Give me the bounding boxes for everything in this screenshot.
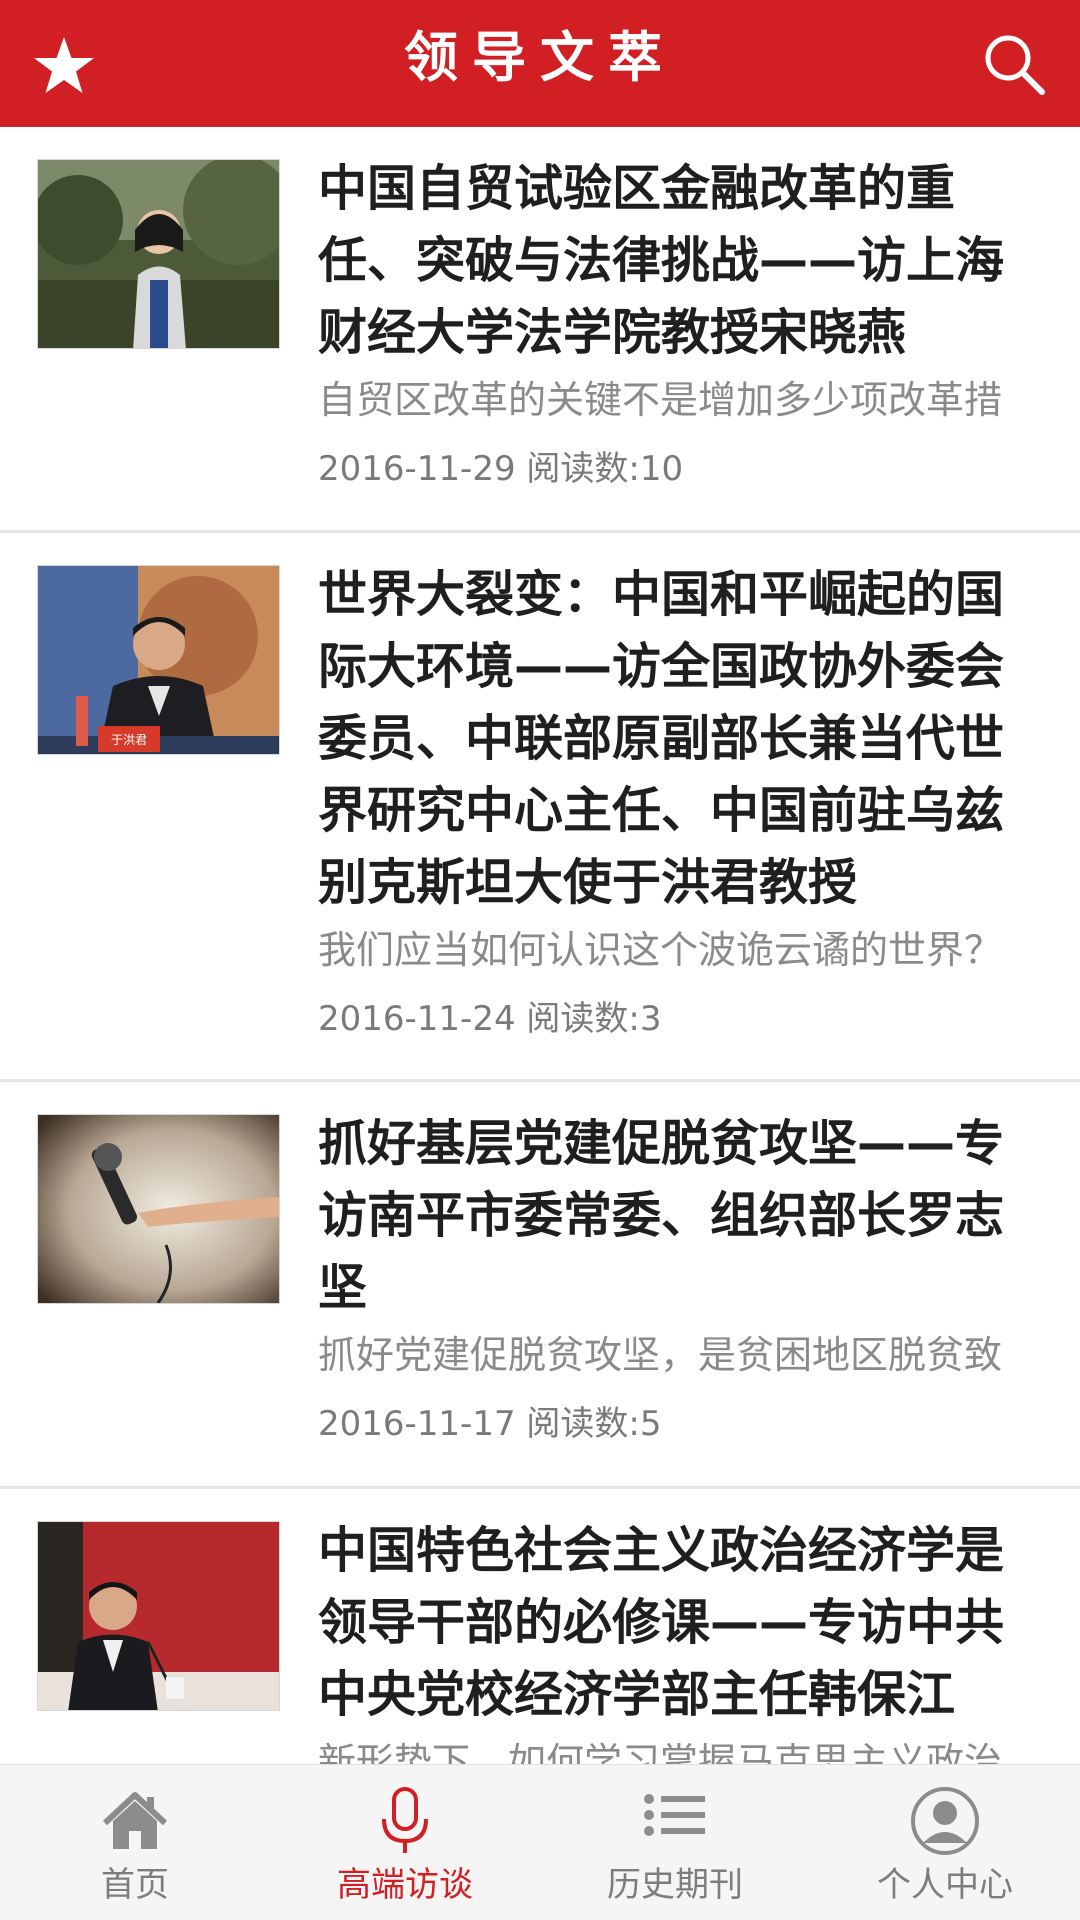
article-summary: 新形势下，如何学习掌握马克思主义政治	[318, 1740, 1003, 1764]
article-item[interactable]: 中国特色社会主义政治经济学是领导干部的必修课——专访中共中央党校经济学部主任韩保…	[0, 1489, 1080, 1764]
app-header: 领导文萃	[0, 0, 1080, 127]
home-icon	[99, 1785, 171, 1857]
article-summary: 自贸区改革的关键不是增加多少项改革措	[318, 378, 1003, 422]
article-title[interactable]: 中国自贸试验区金融改革的重任、突破与法律挑战——访上海财经大学法学院教授宋晓燕	[318, 153, 1040, 369]
tab-archive-label: 历史期刊	[607, 1865, 743, 1905]
article-thumbnail[interactable]	[37, 159, 280, 349]
article-item[interactable]: 抓好基层党建促脱贫攻坚——专访南平市委常委、组织部长罗志坚 抓好党建促脱贫攻坚，…	[0, 1082, 1080, 1489]
article-meta: 2016-11-24 阅读数:3	[318, 997, 1040, 1041]
article-thumbnail[interactable]	[37, 1521, 280, 1711]
tab-interviews-label: 高端访谈	[337, 1865, 473, 1905]
article-item[interactable]: 中国自贸试验区金融改革的重任、突破与法律挑战——访上海财经大学法学院教授宋晓燕 …	[0, 127, 1080, 533]
article-meta: 2016-11-29 阅读数:10	[318, 447, 1040, 491]
user-icon	[909, 1785, 981, 1857]
article-title[interactable]: 世界大裂变：中国和平崛起的国际大环境——访全国政协外委会委员、中联部原副部长兼当…	[318, 559, 1040, 919]
microphone-icon	[369, 1785, 441, 1857]
article-summary: 抓好党建促脱贫攻坚，是贫困地区脱贫致	[318, 1333, 1003, 1377]
article-list[interactable]: 中国自贸试验区金融改革的重任、突破与法律挑战——访上海财经大学法学院教授宋晓燕 …	[0, 127, 1080, 1764]
article-title[interactable]: 中国特色社会主义政治经济学是领导干部的必修课——专访中共中央党校经济学部主任韩保…	[318, 1515, 1040, 1731]
nameplate-text: 于洪君	[111, 733, 147, 747]
article-date: 2016-11-24	[318, 999, 516, 1039]
article-summary: 我们应当如何认识这个波诡云谲的世界？	[318, 928, 1003, 972]
article-meta: 2016-11-17 阅读数:5	[318, 1402, 1040, 1446]
article-item[interactable]: 于洪君 世界大裂变：中国和平崛起的国际大环境——访全国政协外委会委员、中联部原副…	[0, 533, 1080, 1082]
tab-home-label: 首页	[101, 1865, 169, 1905]
list-icon	[639, 1785, 711, 1857]
tab-profile-label: 个人中心	[877, 1865, 1013, 1905]
article-read-count: 阅读数:5	[526, 1404, 662, 1444]
tab-interviews[interactable]: 高端访谈	[270, 1765, 540, 1920]
article-thumbnail[interactable]: 于洪君	[37, 565, 280, 755]
tab-profile[interactable]: 个人中心	[810, 1765, 1080, 1920]
article-date: 2016-11-17	[318, 1404, 516, 1444]
page-title: 领导文萃	[404, 26, 676, 89]
article-title[interactable]: 抓好基层党建促脱贫攻坚——专访南平市委常委、组织部长罗志坚	[318, 1108, 1040, 1324]
article-thumbnail[interactable]	[37, 1114, 280, 1304]
tab-home[interactable]: 首页	[0, 1765, 270, 1920]
bottom-tab-bar: 首页 高端访谈 历史期刊 个人中心	[0, 1764, 1080, 1920]
search-icon[interactable]	[982, 32, 1046, 96]
article-date: 2016-11-29	[318, 449, 516, 489]
tab-archive[interactable]: 历史期刊	[540, 1765, 810, 1920]
article-read-count: 阅读数:3	[526, 999, 662, 1039]
article-read-count: 阅读数:10	[526, 449, 684, 489]
